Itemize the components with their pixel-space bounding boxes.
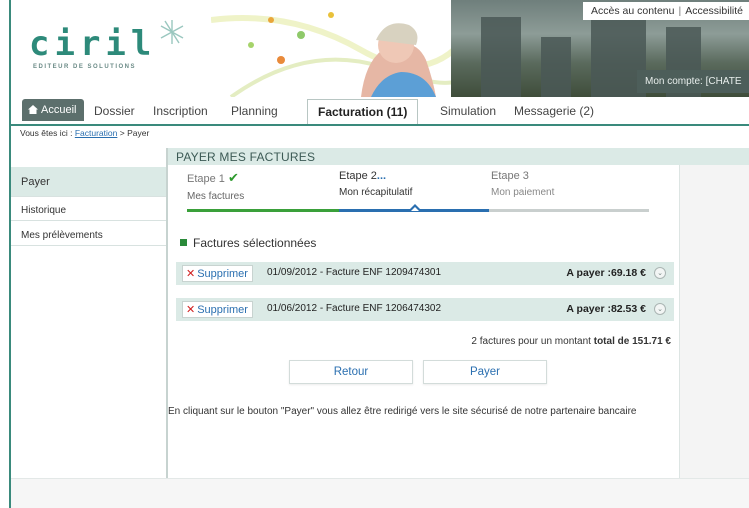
breadcrumb-link-facturation[interactable]: Facturation — [75, 128, 118, 138]
tab-inscription[interactable]: Inscription — [153, 104, 208, 118]
separator: | — [678, 5, 682, 17]
invoice-amount: A payer :82.53 € — [566, 303, 646, 315]
ciril-logo[interactable]: ciril — [29, 24, 156, 64]
back-button[interactable]: Retour — [289, 360, 413, 384]
invoice-label: 01/09/2012 - Facture ENF 1209474301 — [267, 267, 442, 278]
delete-invoice-button[interactable]: ✕ Supprimer — [182, 301, 253, 318]
right-panel — [680, 165, 749, 478]
invoice-amount: A payer :69.18 € — [566, 267, 646, 279]
main-nav: Accueil Dossier Inscription Planning Fac… — [22, 99, 749, 125]
in-progress-dots-icon: ... — [376, 170, 387, 182]
access-links: Accès au contenu | Accessibilité — [583, 2, 749, 20]
step-3: Etape 3 Mon paiement — [491, 170, 646, 198]
tab-dossier[interactable]: Dossier — [94, 104, 135, 118]
invoice-row: ✕ Supprimer 01/06/2012 - Facture ENF 1206… — [176, 298, 674, 321]
nav-underline — [11, 124, 749, 126]
invoice-row: ✕ Supprimer 01/09/2012 - Facture ENF 1209… — [176, 262, 674, 285]
step-1-label: Etape 1 — [187, 173, 225, 185]
building-shape — [541, 37, 571, 97]
step-3-label: Etape 3 — [491, 170, 529, 182]
breadcrumb-current: Payer — [127, 128, 150, 138]
footer-band — [11, 478, 749, 508]
my-account-link[interactable]: Mon compte: [CHATE — [637, 70, 749, 93]
square-bullet-icon — [180, 239, 187, 246]
section-title: Factures sélectionnées — [180, 236, 316, 250]
section-title-text: Factures sélectionnées — [193, 236, 317, 250]
sidebar: Payer Historique Mes prélèvements — [11, 141, 175, 508]
breadcrumb-separator: > — [119, 128, 125, 138]
progress-bar-todo — [489, 209, 649, 212]
sidebar-item-label: Payer — [21, 176, 50, 188]
progress-notch-inner — [411, 207, 419, 211]
access-content-link[interactable]: Accès au contenu — [591, 5, 674, 17]
main-content: PAYER MES FACTURES Etape 1 ✔ Mes facture… — [166, 148, 749, 478]
tab-label: Accueil — [41, 104, 77, 116]
accessibility-link[interactable]: Accessibilité — [685, 5, 743, 17]
x-icon: ✕ — [186, 304, 196, 316]
tab-planning[interactable]: Planning — [231, 104, 278, 118]
delete-label: Supprimer — [197, 268, 248, 280]
chevron-down-circle-icon[interactable]: ⌄ — [654, 267, 666, 279]
sidebar-item-historique[interactable]: Historique — [11, 200, 167, 221]
step-2: Etape 2... Mon récapitulatif — [339, 170, 494, 198]
step-2-label: Etape 2 — [339, 170, 377, 182]
breadcrumb: Vous êtes ici : Facturation > Payer — [20, 128, 149, 138]
progress-bar-done — [187, 209, 339, 212]
building-shape — [481, 17, 521, 97]
total-text: 2 factures pour un montant — [471, 336, 591, 347]
redirect-notice: En cliquant sur le bouton "Payer" vous a… — [168, 406, 637, 417]
banner-illustration — [211, 12, 471, 97]
logo-tagline: EDITEUR DE SOLUTIONS — [33, 64, 137, 70]
total-summary: 2 factures pour un montant total de 151.… — [471, 336, 671, 347]
tab-messagerie[interactable]: Messagerie (2) — [514, 104, 594, 118]
house-icon — [28, 105, 38, 114]
total-amount: total de 151.71 € — [593, 336, 671, 347]
checkmark-icon: ✔ — [227, 170, 239, 185]
step-2-sub: Mon récapitulatif — [339, 187, 413, 198]
x-icon: ✕ — [186, 268, 196, 280]
sidebar-item-payer[interactable]: Payer — [11, 167, 175, 197]
tab-accueil[interactable]: Accueil — [22, 99, 85, 121]
invoice-label: 01/06/2012 - Facture ENF 1206474302 — [267, 303, 442, 314]
page-title: PAYER MES FACTURES — [168, 148, 749, 165]
step-progress: Etape 1 ✔ Mes factures Etape 2... Mon ré… — [168, 170, 649, 214]
step-1-sub: Mes factures — [187, 191, 245, 202]
tab-facturation[interactable]: Facturation (11) — [307, 99, 419, 125]
pay-button[interactable]: Payer — [423, 360, 547, 384]
delete-invoice-button[interactable]: ✕ Supprimer — [182, 265, 253, 282]
chevron-down-circle-icon[interactable]: ⌄ — [654, 303, 666, 315]
logo-star-icon — [160, 20, 184, 44]
header: ciril EDITEUR DE SOLUTIONS Accès au cont… — [11, 0, 749, 97]
step-1: Etape 1 ✔ Mes factures — [187, 170, 342, 202]
step-3-sub: Mon paiement — [491, 187, 555, 198]
tab-simulation[interactable]: Simulation — [440, 104, 496, 118]
breadcrumb-prefix: Vous êtes ici : — [20, 128, 73, 138]
delete-label: Supprimer — [197, 304, 248, 316]
sidebar-item-prelevements[interactable]: Mes prélèvements — [11, 225, 167, 246]
